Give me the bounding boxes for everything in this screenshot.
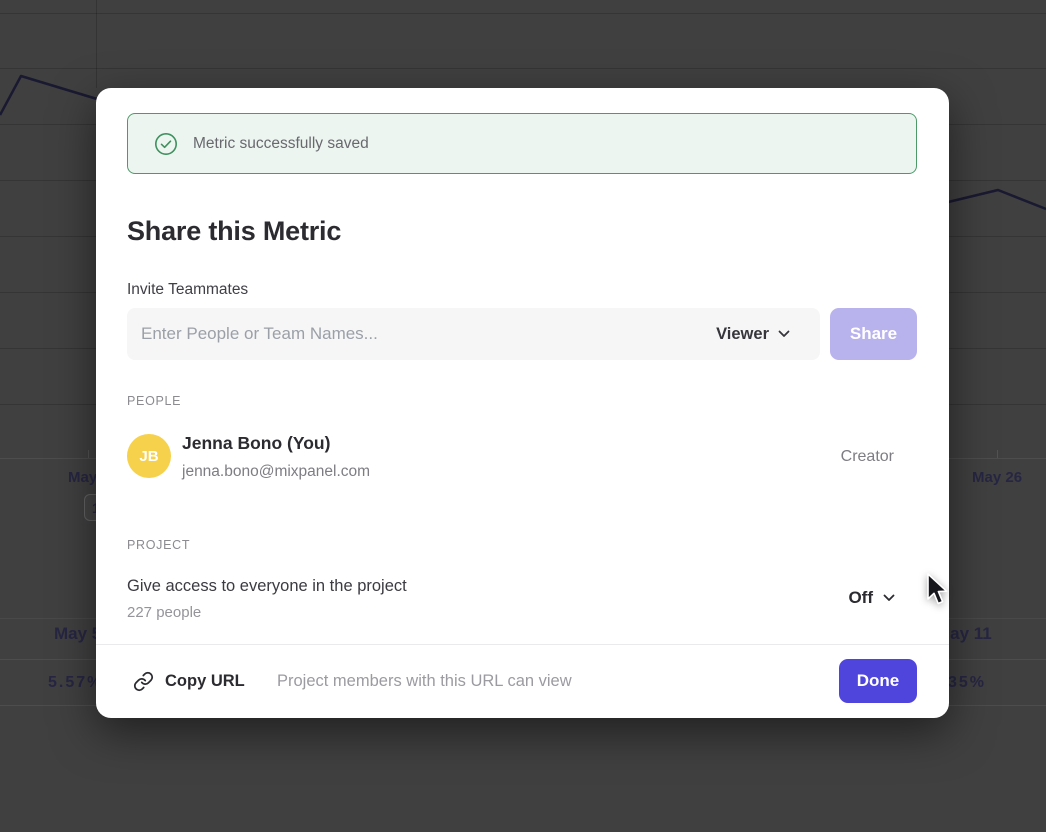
toast-message: Metric successfully saved	[193, 135, 369, 153]
x-axis-label-right: May 26	[972, 469, 1022, 486]
invite-teammates-label: Invite Teammates	[127, 281, 248, 299]
success-toast: Metric successfully saved	[127, 113, 917, 174]
table-date-left: May 5	[54, 624, 101, 644]
share-metric-modal: Metric successfully saved Share this Met…	[96, 88, 949, 718]
person-email: jenna.bono@mixpanel.com	[182, 463, 370, 481]
role-dropdown-value: Viewer	[716, 325, 769, 344]
project-access-value: Off	[848, 588, 873, 608]
invite-input[interactable]: Enter People or Team Names... Viewer	[127, 308, 820, 360]
role-dropdown[interactable]: Viewer	[716, 325, 802, 344]
avatar: JB	[127, 434, 171, 478]
project-access-dropdown[interactable]: Off	[848, 588, 895, 608]
chevron-down-icon	[778, 330, 790, 338]
project-heading: PROJECT	[127, 538, 190, 552]
footer-divider	[96, 644, 949, 645]
avatar-initials: JB	[139, 448, 158, 465]
modal-title: Share this Metric	[127, 216, 341, 247]
person-name: Jenna Bono (You)	[182, 433, 330, 454]
table-value-right: 35%	[948, 674, 986, 692]
link-icon	[133, 671, 154, 692]
person-role: Creator	[841, 448, 894, 466]
done-button[interactable]: Done	[839, 659, 917, 703]
invite-input-placeholder: Enter People or Team Names...	[141, 324, 716, 344]
share-button[interactable]: Share	[830, 308, 917, 360]
project-access-title: Give access to everyone in the project	[127, 577, 407, 596]
chevron-down-icon	[883, 594, 895, 602]
x-axis-label-left: May	[68, 469, 97, 486]
mouse-cursor-icon	[925, 573, 951, 612]
project-access-subtitle: 227 people	[127, 604, 201, 621]
footer-caption: Project members with this URL can view	[277, 672, 572, 691]
people-heading: PEOPLE	[127, 394, 181, 408]
check-circle-icon	[154, 132, 178, 156]
copy-url-button[interactable]: Copy URL	[165, 672, 245, 691]
